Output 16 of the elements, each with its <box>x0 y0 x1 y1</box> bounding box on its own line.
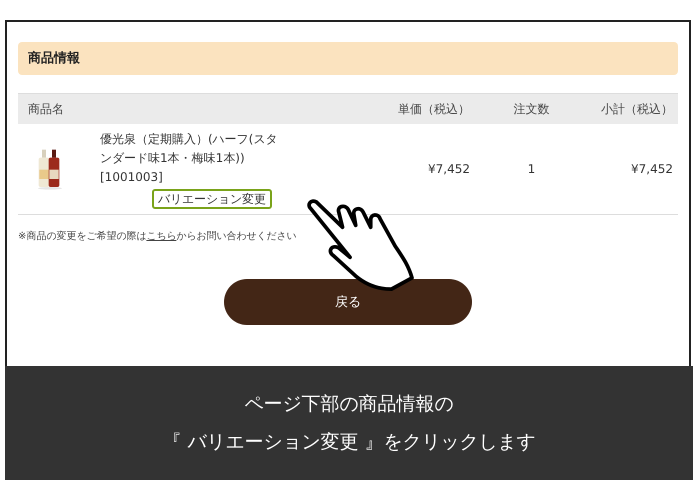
section-heading: 商品情報 <box>18 42 678 75</box>
subtotal: ¥7,452 <box>630 162 674 176</box>
column-header: 単価（税込） <box>397 100 471 118</box>
variation-change-button[interactable]: バリエーション変更 <box>152 188 272 208</box>
unit-price: ¥7,452 <box>427 162 471 176</box>
contact-link[interactable]: こちら <box>146 231 176 242</box>
column-header: 小計（税込） <box>600 100 674 118</box>
product-name: 優光泉（定期購入）(ハーフ(スタンダード味1本・梅味1本)) <box>100 130 278 166</box>
caption-line: 『 バリエーション変更 』をクリックします <box>162 430 536 455</box>
quantity: 1 <box>526 162 536 176</box>
column-header: 商品名 <box>27 100 65 118</box>
caption-line: ページ下部の商品情報の <box>244 392 454 417</box>
contact-note: ※商品の変更をご希望の際はこちらからお問い合わせください <box>18 230 298 243</box>
column-header: 注文数 <box>512 100 550 118</box>
product-code: [1001003] <box>100 168 163 186</box>
back-button[interactable]: 戻る <box>224 279 472 325</box>
